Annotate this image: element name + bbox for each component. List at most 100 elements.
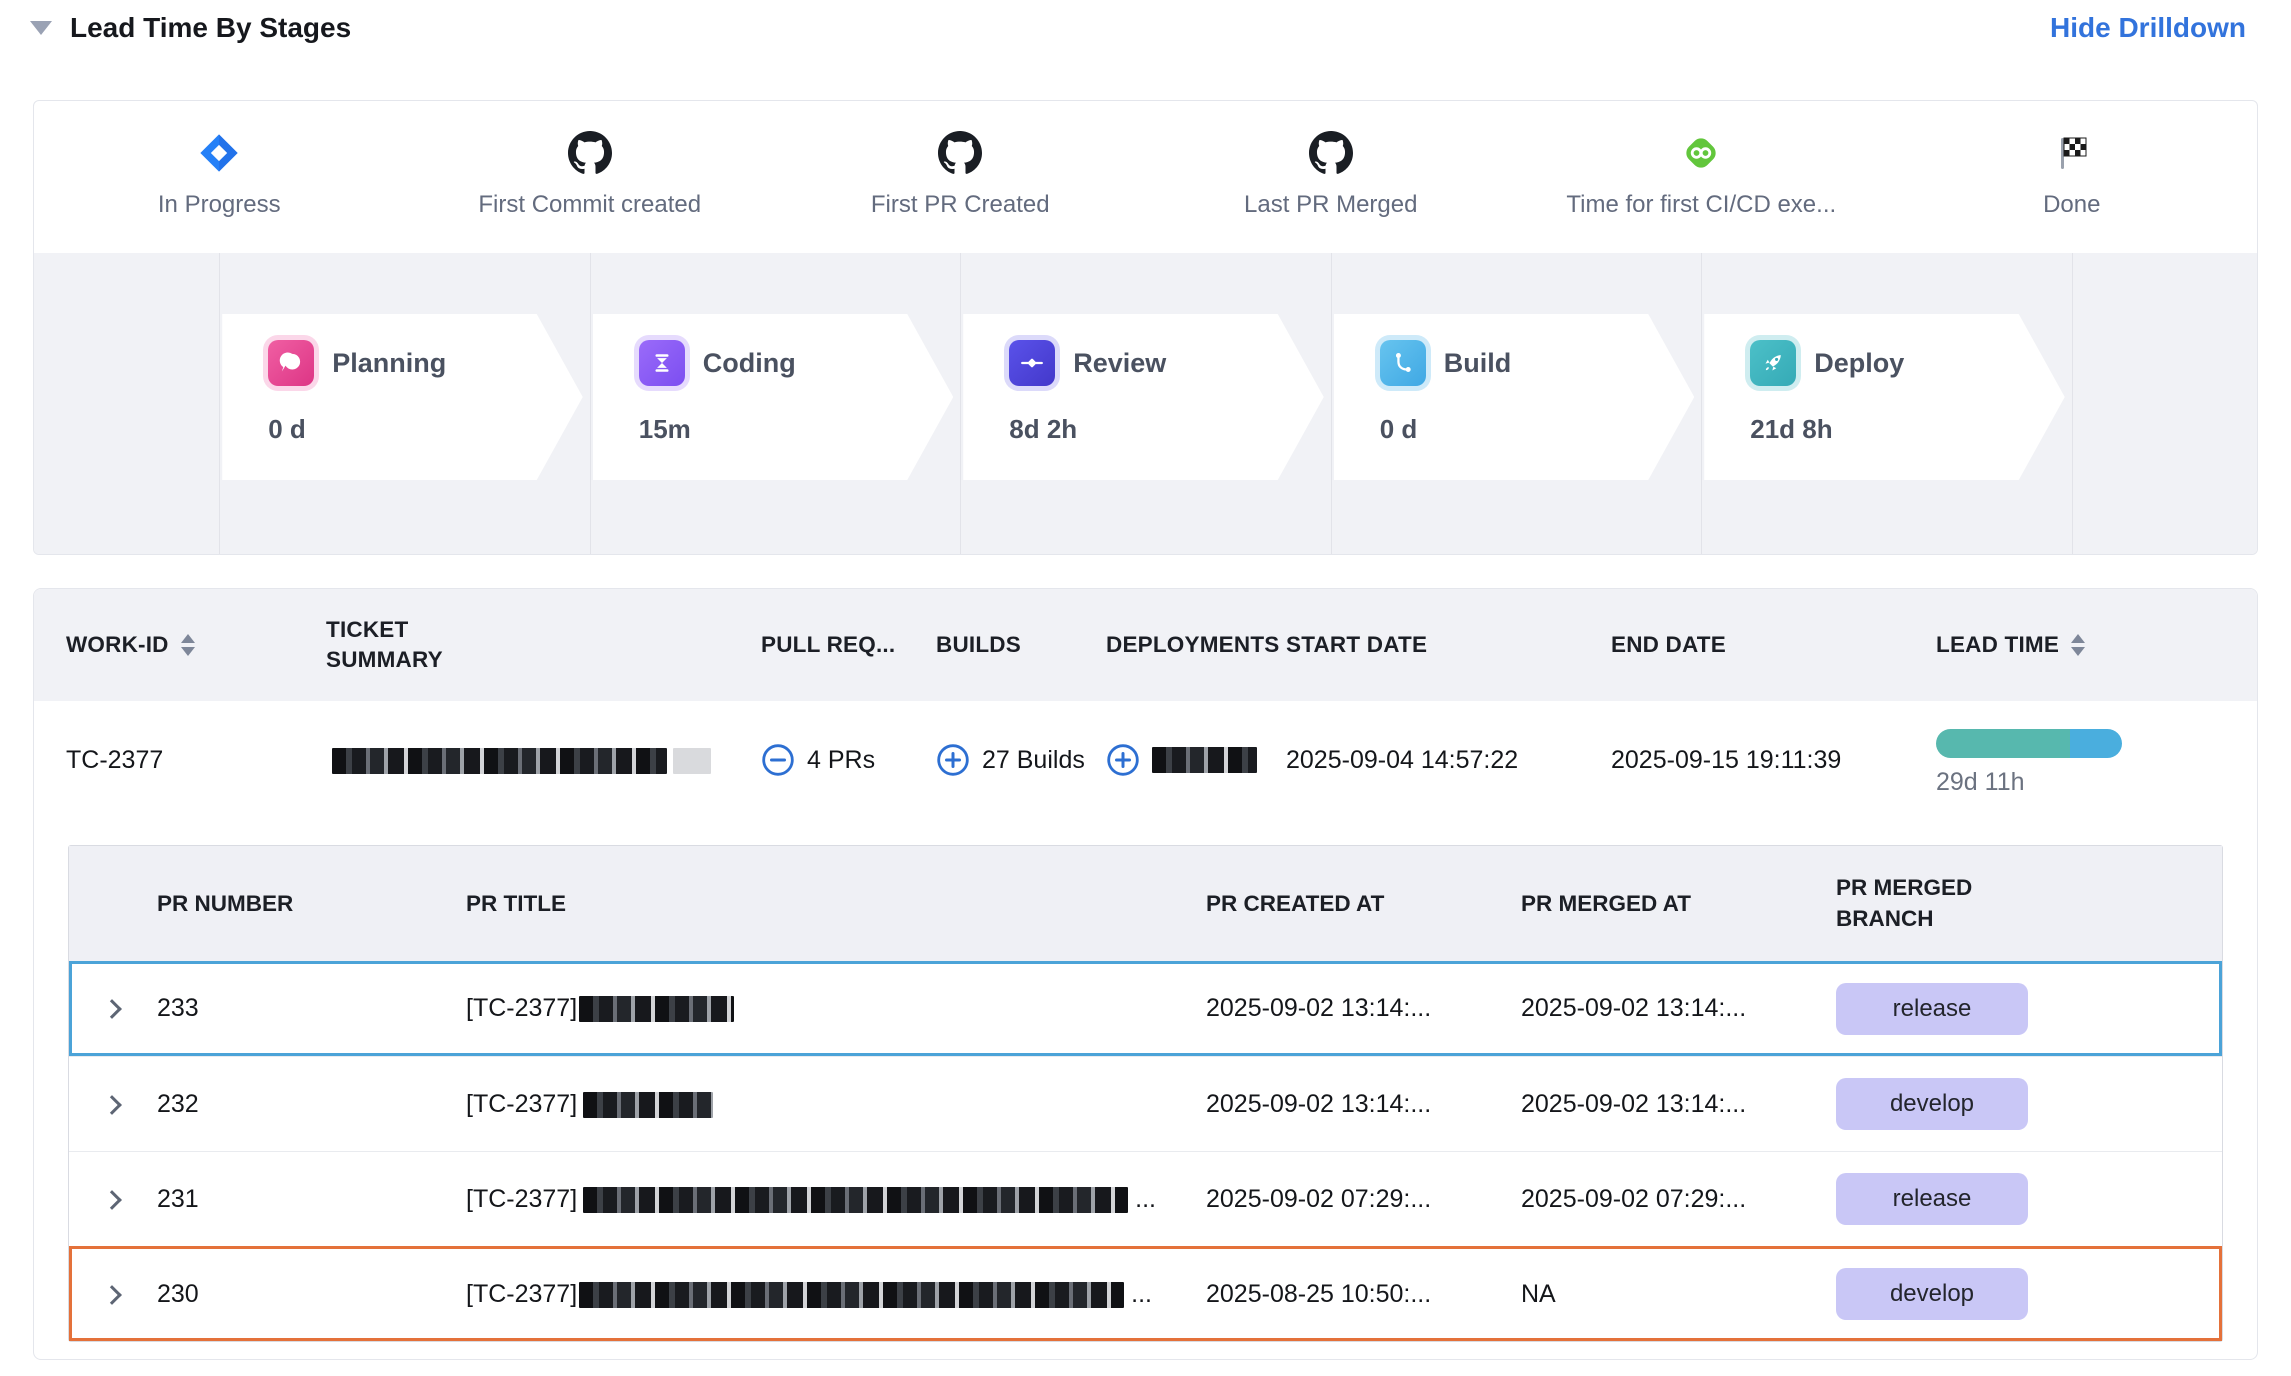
commit-icon <box>1009 340 1055 386</box>
milestone-in-progress: In Progress <box>34 101 405 253</box>
sort-icon[interactable] <box>181 634 195 656</box>
expand-chevron-icon[interactable] <box>102 1190 122 1210</box>
milestone-label: First Commit created <box>405 191 776 219</box>
collapse-triangle-icon[interactable] <box>30 21 52 35</box>
col-header-pr-created-at: PR CREATED AT <box>1206 891 1521 917</box>
cicd-icon <box>1516 127 1887 179</box>
col-header-lead-time[interactable]: LEAD TIME <box>1936 632 2225 658</box>
lead-time-value: 29d 11h <box>1936 768 2225 797</box>
stage-name: Deploy <box>1814 348 1904 379</box>
hide-drilldown-link[interactable]: Hide Drilldown <box>2050 12 2246 44</box>
milestone-label: First PR Created <box>775 191 1146 219</box>
stage-name: Coding <box>703 348 796 379</box>
pr-number-cell: 231 <box>157 1185 466 1214</box>
stage-duration: 0 d <box>1380 414 1695 445</box>
pr-merged-at-cell: 2025-09-02 13:14:... <box>1521 1090 1836 1119</box>
pr-title-cell: [TC-2377] <box>466 994 1206 1023</box>
stage-name: Planning <box>332 348 446 379</box>
pr-number-cell: 233 <box>157 994 466 1023</box>
redacted-text <box>583 1187 1128 1213</box>
branch-badge: release <box>1836 983 2028 1035</box>
stage-duration: 15m <box>639 414 954 445</box>
milestone-label: Last PR Merged <box>1146 191 1517 219</box>
milestone-label: In Progress <box>34 191 405 219</box>
pr-row-231[interactable]: 231 [TC-2377] ... 2025-09-02 07:29:... 2… <box>69 1151 2222 1246</box>
col-header-pr-merged-branch: PR MERGED BRANCH <box>1836 873 2186 934</box>
pr-created-at-cell: 2025-09-02 07:29:... <box>1206 1185 1521 1214</box>
divider <box>1701 253 1702 554</box>
sort-icon[interactable] <box>2071 634 2085 656</box>
minus-circle-icon <box>761 743 795 777</box>
expand-chevron-icon[interactable] <box>102 1095 122 1115</box>
stage-duration: 0 d <box>268 414 583 445</box>
checkered-flag-icon <box>1887 127 2258 179</box>
pr-table: PR NUMBER PR TITLE PR CREATED AT PR MERG… <box>68 845 2223 1342</box>
page-title: Lead Time By Stages <box>70 12 351 44</box>
github-icon <box>1146 127 1517 179</box>
stage-deploy: Deploy 21d 8h <box>1704 314 2065 480</box>
col-header-deployments: DEPLOYMENTS <box>1106 632 1286 658</box>
stage-planning: Planning 0 d <box>222 314 583 480</box>
expand-chevron-icon[interactable] <box>102 1285 122 1305</box>
milestones-row: In Progress First Commit created First P… <box>34 101 2257 253</box>
divider <box>2072 253 2073 554</box>
col-header-pr-merged-at: PR MERGED AT <box>1521 891 1836 917</box>
rocket-icon <box>1750 340 1796 386</box>
pr-created-at-cell: 2025-09-02 13:14:... <box>1206 1090 1521 1119</box>
milestone-label: Done <box>1887 191 2258 219</box>
stage-name: Build <box>1444 348 1512 379</box>
divider <box>590 253 591 554</box>
deployments-cell[interactable] <box>1106 743 1286 777</box>
col-header-pr-number: PR NUMBER <box>157 891 466 917</box>
milestone-done: Done <box>1887 101 2258 253</box>
pr-row-230[interactable]: 230 [TC-2377] ... 2025-08-25 10:50:... N… <box>69 1246 2222 1341</box>
redacted-text <box>579 996 734 1022</box>
milestone-first-commit: First Commit created <box>405 101 776 253</box>
page-header: Lead Time By Stages Hide Drilldown <box>30 12 2246 44</box>
table-header-row: WORK-ID TICKET SUMMARY PULL REQ... BUILD… <box>34 589 2257 701</box>
col-header-pull-requests: PULL REQ... <box>761 632 936 658</box>
plus-circle-icon <box>1106 743 1140 777</box>
redacted-text <box>332 748 667 774</box>
hourglass-icon <box>639 340 685 386</box>
milestone-label: Time for first CI/CD exe... <box>1516 191 1887 219</box>
pr-title-cell: [TC-2377] ... <box>466 1280 1206 1309</box>
stage-band: Planning 0 d Coding 15m Review 8d 2h <box>34 253 2257 554</box>
stage-coding: Coding 15m <box>593 314 954 480</box>
milestone-first-pr: First PR Created <box>775 101 1146 253</box>
branch-badge: develop <box>1836 1268 2028 1320</box>
end-date-cell: 2025-09-15 19:11:39 <box>1611 746 1936 775</box>
note-icon <box>268 340 314 386</box>
pr-created-at-cell: 2025-09-02 13:14:... <box>1206 994 1521 1023</box>
plus-circle-icon <box>936 743 970 777</box>
drilldown-table-panel: WORK-ID TICKET SUMMARY PULL REQ... BUILD… <box>33 588 2258 1360</box>
pr-number-cell: 230 <box>157 1280 466 1309</box>
stage-review: Review 8d 2h <box>963 314 1324 480</box>
pr-row-233[interactable]: 233 [TC-2377] 2025-09-02 13:14:... 2025-… <box>69 961 2222 1056</box>
pr-merged-at-cell: NA <box>1521 1280 1836 1309</box>
pull-requests-cell[interactable]: 4 PRs <box>761 743 936 777</box>
lead-bar-blue-segment <box>2070 729 2122 758</box>
lead-time-bar <box>1936 729 2122 758</box>
lead-time-stages-panel: In Progress First Commit created First P… <box>33 100 2258 555</box>
branch-badge: develop <box>1836 1078 2028 1130</box>
expand-chevron-icon[interactable] <box>102 999 122 1019</box>
pr-title-cell: [TC-2377] <box>466 1090 1206 1119</box>
branch-badge: release <box>1836 1173 2028 1225</box>
divider <box>960 253 961 554</box>
work-item-row: TC-2377 4 PRs 27 Builds 2025-09-04 14:57… <box>34 701 2257 819</box>
builds-cell[interactable]: 27 Builds <box>936 743 1106 777</box>
pr-merged-at-cell: 2025-09-02 13:14:... <box>1521 994 1836 1023</box>
stage-name: Review <box>1073 348 1166 379</box>
stage-build: Build 0 d <box>1334 314 1695 480</box>
divider <box>1331 253 1332 554</box>
github-icon <box>405 127 776 179</box>
stage-duration: 21d 8h <box>1750 414 2065 445</box>
col-header-start-date: START DATE <box>1286 632 1611 658</box>
branch-icon <box>1380 340 1426 386</box>
pr-number-cell: 232 <box>157 1090 466 1119</box>
pr-title-cell: [TC-2377] ... <box>466 1185 1206 1214</box>
pr-row-232[interactable]: 232 [TC-2377] 2025-09-02 13:14:... 2025-… <box>69 1056 2222 1151</box>
col-header-work-id[interactable]: WORK-ID <box>66 632 326 658</box>
redacted-text <box>583 1092 713 1118</box>
